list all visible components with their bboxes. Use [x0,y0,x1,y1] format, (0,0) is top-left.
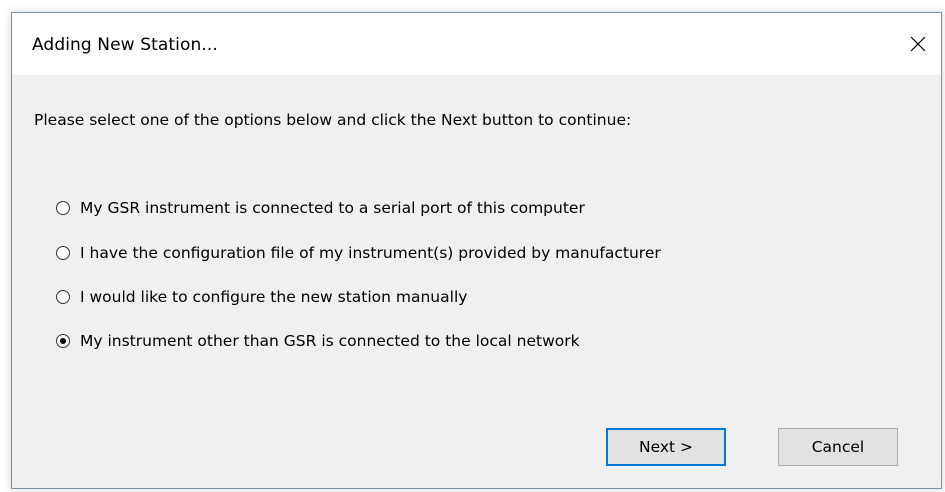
next-button[interactable]: Next > [606,428,726,466]
option-label: My GSR instrument is connected to a seri… [80,199,585,217]
option-manual-config[interactable]: I would like to configure the new statio… [56,286,467,308]
option-serial-port[interactable]: My GSR instrument is connected to a seri… [56,197,585,219]
option-label: My instrument other than GSR is connecte… [80,332,580,350]
cancel-button[interactable]: Cancel [778,428,898,466]
radio-button[interactable] [56,290,70,304]
dialog-window: Adding New Station... Please select one … [11,12,942,489]
close-icon [910,36,926,52]
title-bar: Adding New Station... [12,13,941,75]
option-config-file[interactable]: I have the configuration file of my inst… [56,242,661,264]
option-local-network[interactable]: My instrument other than GSR is connecte… [56,330,580,352]
radio-button-selected[interactable] [56,334,70,348]
radio-button[interactable] [56,201,70,215]
instruction-text: Please select one of the options below a… [34,111,632,129]
close-button[interactable] [895,13,941,75]
radio-button[interactable] [56,246,70,260]
option-label: I have the configuration file of my inst… [80,244,661,262]
dialog-title: Adding New Station... [32,35,218,55]
option-label: I would like to configure the new statio… [80,288,468,306]
